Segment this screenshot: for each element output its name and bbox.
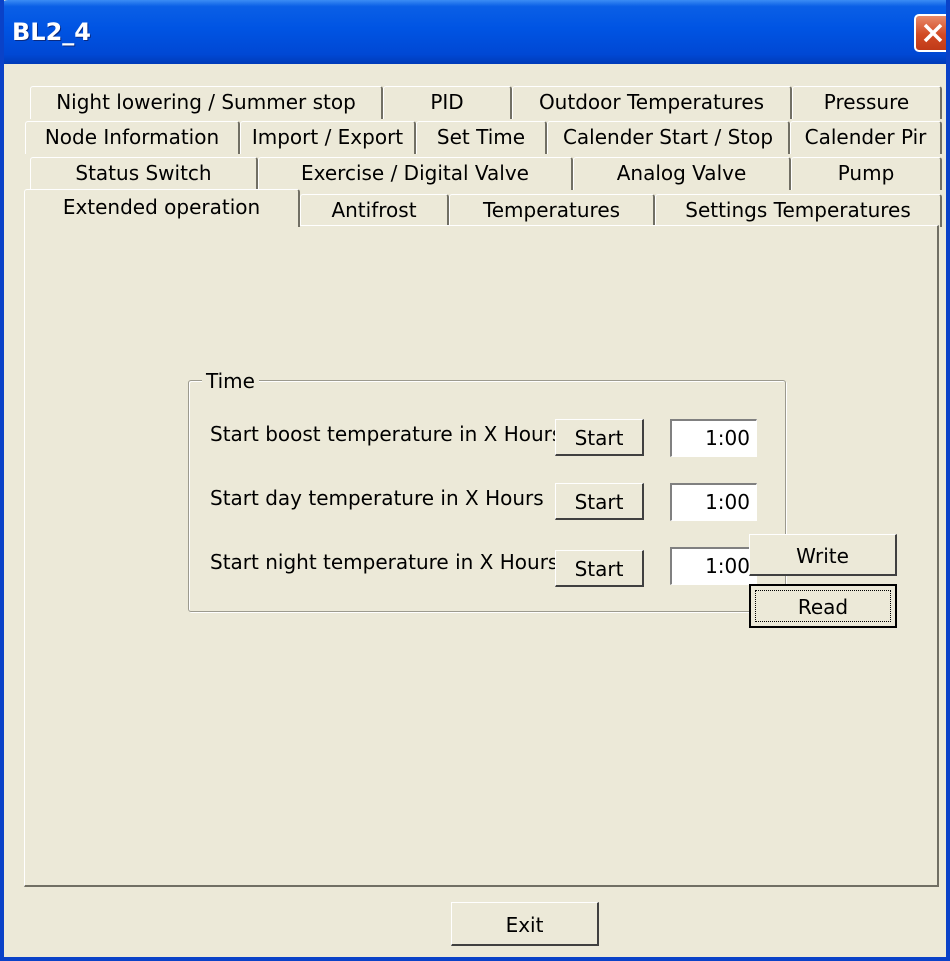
focus-rectangle xyxy=(755,590,891,622)
start-night-button[interactable]: Start xyxy=(555,550,644,587)
tab-pid[interactable]: PID xyxy=(383,86,512,119)
tab-pump[interactable]: Pump xyxy=(791,157,942,190)
tab-calender-pir[interactable]: Calender Pir xyxy=(790,121,942,154)
tab-exercise-digital-valve[interactable]: Exercise / Digital Valve xyxy=(258,157,573,190)
application-window: BL2_4 Night lowering / Summer stop PID O… xyxy=(0,0,950,961)
tab-import-export[interactable]: Import / Export xyxy=(240,121,416,154)
tab-calender-start-stop[interactable]: Calender Start / Stop xyxy=(547,121,790,154)
title-bar[interactable]: BL2_4 xyxy=(4,0,946,64)
tab-settings-temperatures[interactable]: Settings Temperatures xyxy=(655,194,942,227)
read-button[interactable]: Read xyxy=(749,584,897,628)
night-hours-field[interactable]: 1:00 xyxy=(670,547,757,585)
close-icon xyxy=(923,23,943,43)
tab-night-lowering[interactable]: Night lowering / Summer stop xyxy=(30,86,383,119)
tab-status-switch[interactable]: Status Switch xyxy=(30,157,258,190)
time-groupbox: Time Start boost temperature in X Hours … xyxy=(188,369,786,612)
window-title: BL2_4 xyxy=(12,18,91,46)
tab-node-information[interactable]: Node Information xyxy=(25,121,240,154)
write-button[interactable]: Write xyxy=(749,534,897,576)
boost-hours-field[interactable]: 1:00 xyxy=(670,419,757,457)
tab-analog-valve[interactable]: Analog Valve xyxy=(573,157,791,190)
exit-button[interactable]: Exit xyxy=(451,902,599,946)
tab-set-time[interactable]: Set Time xyxy=(416,121,547,154)
time-group-title: Time xyxy=(202,369,259,393)
start-boost-button[interactable]: Start xyxy=(555,419,644,456)
tab-antifrost[interactable]: Antifrost xyxy=(300,194,449,227)
tab-outdoor-temperatures[interactable]: Outdoor Temperatures xyxy=(512,86,792,119)
start-day-button[interactable]: Start xyxy=(555,483,644,520)
tab-pressure[interactable]: Pressure xyxy=(792,86,942,119)
close-button[interactable] xyxy=(914,14,946,52)
day-label: Start day temperature in X Hours xyxy=(210,486,544,510)
tab-temperatures[interactable]: Temperatures xyxy=(449,194,655,227)
tab-extended-operation[interactable]: Extended operation xyxy=(24,189,300,227)
day-hours-field[interactable]: 1:00 xyxy=(670,483,757,521)
boost-label: Start boost temperature in X Hours xyxy=(210,422,563,446)
night-label: Start night temperature in X Hours xyxy=(210,550,559,574)
